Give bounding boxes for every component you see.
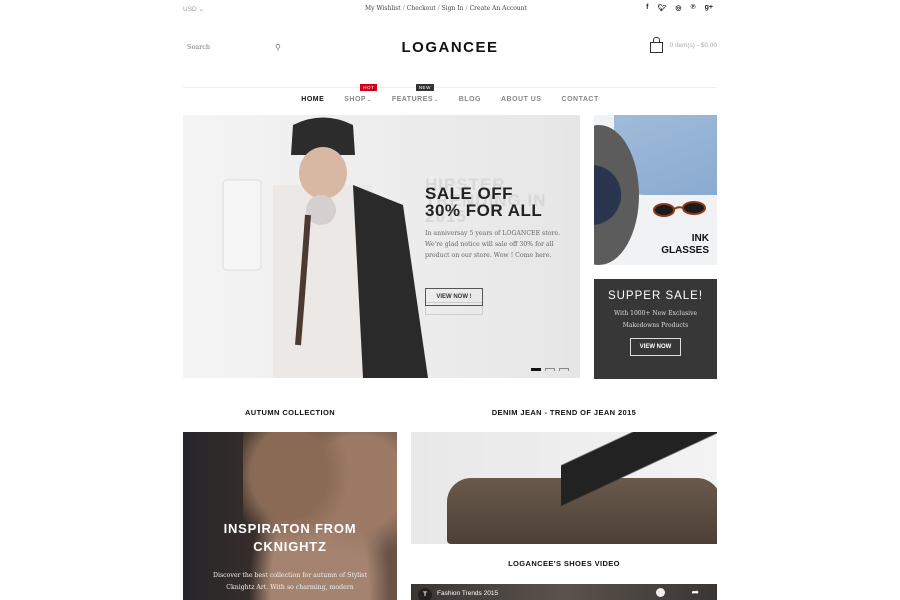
supper-sale-text: With 1000+ New Exclusive Makedowns Produc… bbox=[613, 310, 698, 329]
create-account-link[interactable]: Create An Account bbox=[470, 5, 527, 12]
nav-blog[interactable]: BLOG bbox=[459, 96, 481, 103]
autumn-collection-title: AUTUMN COLLECTION bbox=[244, 408, 336, 417]
ink-glasses-banner[interactable]: INK GLASSES bbox=[594, 115, 717, 265]
social-links: f 🐦︎ ◎ ℗ g+ bbox=[646, 4, 713, 12]
autumn-description: Discover the best collection for autumn … bbox=[213, 572, 367, 591]
cart-button[interactable]: 0 item(s) - $0.00 bbox=[649, 37, 717, 53]
cart-summary: 0 item(s) - $0.00 bbox=[669, 42, 717, 49]
video-title-text[interactable]: Fashion Trends 2015 bbox=[437, 590, 498, 597]
supper-sale-view-now-button[interactable]: VIEW NOW bbox=[629, 338, 682, 356]
chevron-down-icon: ⌄ bbox=[198, 6, 204, 13]
supper-sale-title: SUPPER SALE! bbox=[607, 290, 704, 302]
currency-selector[interactable]: USD ⌄ bbox=[183, 5, 204, 13]
slide-dot-1[interactable] bbox=[531, 368, 541, 371]
channel-avatar[interactable]: T bbox=[418, 588, 432, 600]
autumn-collection-banner[interactable]: INSPIRATON FROM CKNIGHTZ Discover the bes… bbox=[183, 432, 397, 600]
checkout-link[interactable]: Checkout bbox=[407, 5, 436, 12]
nav-shop[interactable]: HOT SHOP⌄ bbox=[344, 84, 378, 103]
ink-glasses-label: INK GLASSES bbox=[661, 233, 709, 256]
autumn-heading: INSPIRATON FROM CKNIGHTZ bbox=[223, 521, 357, 554]
header: ⚲ LOGANCEE 0 item(s) - $0.00 bbox=[183, 30, 717, 70]
nav-contact[interactable]: CONTACT bbox=[562, 96, 599, 103]
hero-text: HIPSTER TRENDING IN 2015 SALE OFF 30% FOR… bbox=[425, 176, 575, 261]
instagram-icon[interactable]: ◎ bbox=[675, 4, 681, 12]
wishlist-link[interactable]: My Wishlist bbox=[365, 5, 401, 12]
slide-dot-2[interactable] bbox=[545, 368, 555, 371]
google-plus-icon[interactable]: g+ bbox=[705, 4, 713, 12]
account-links: My Wishlist / Checkout / Sign In / Create An A… bbox=[365, 5, 527, 12]
hero-slider[interactable]: HIPSTER TRENDING IN 2015 SALE OFF 30% FOR… bbox=[183, 115, 580, 378]
main-nav: HOME HOT SHOP⌄ NEW FEATURES⌄ BLOG ABOUT … bbox=[0, 84, 900, 103]
chevron-down-icon: ⌄ bbox=[434, 97, 439, 103]
hot-badge: HOT bbox=[360, 84, 378, 91]
watch-later-icon[interactable] bbox=[656, 588, 665, 597]
hero-model-image bbox=[222, 117, 428, 378]
denim-jean-title: DENIM JEAN - TREND OF JEAN 2015 bbox=[491, 408, 637, 417]
pinterest-icon[interactable]: ℗ bbox=[690, 4, 695, 12]
logo[interactable]: LOGANCEE bbox=[183, 39, 717, 56]
twitter-icon[interactable]: 🐦︎ bbox=[657, 4, 666, 12]
shoes-video-title: LOGANCEE'S SHOES VIDEO bbox=[508, 559, 620, 568]
header-divider bbox=[183, 87, 717, 88]
facebook-icon[interactable]: f bbox=[646, 4, 648, 12]
slider-pagination bbox=[531, 368, 569, 371]
nav-features[interactable]: NEW FEATURES⌄ bbox=[392, 84, 439, 103]
supper-sale-banner: SUPPER SALE! With 1000+ New Exclusive Mak… bbox=[594, 279, 717, 379]
sign-in-link[interactable]: Sign In bbox=[442, 5, 464, 12]
chevron-down-icon: ⌄ bbox=[367, 97, 372, 103]
slide-dot-3[interactable] bbox=[559, 368, 569, 371]
sunglasses-image bbox=[653, 201, 706, 217]
new-badge: NEW bbox=[415, 84, 434, 91]
shopping-bag-icon bbox=[649, 37, 663, 53]
nav-about-us[interactable]: ABOUT US bbox=[501, 96, 542, 103]
top-bar: USD ⌄ My Wishlist / Checkout / Sign In / Creat… bbox=[183, 0, 717, 18]
hero-title: SALE OFF 30% FOR ALL bbox=[425, 184, 543, 220]
shoes-video-player[interactable]: T Fashion Trends 2015 ➦ bbox=[411, 584, 717, 600]
share-icon[interactable]: ➦ bbox=[691, 587, 699, 598]
hero-description: In anniversay 5 years of LOGANCEE store.… bbox=[425, 230, 561, 259]
view-now-button[interactable]: VIEW NOW ! bbox=[425, 288, 483, 306]
jeans-legs-image bbox=[561, 432, 717, 522]
nav-home[interactable]: HOME bbox=[301, 96, 324, 103]
denim-jean-banner[interactable] bbox=[411, 432, 717, 544]
